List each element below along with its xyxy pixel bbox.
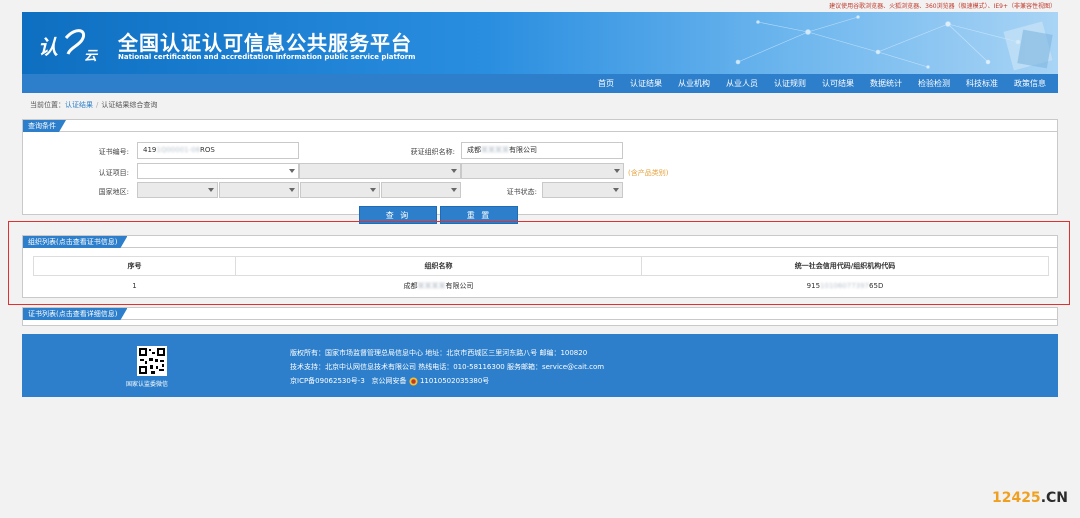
svg-text:认: 认: [38, 35, 58, 59]
chevron-down-icon: [208, 188, 214, 192]
nav-item-institutions[interactable]: 从业机构: [670, 78, 718, 89]
browser-recommendation-note: 建议使用谷歌浏览器、火狐浏览器、360浏览器（极速模式）、IE9+（非兼容性视图…: [829, 3, 1056, 10]
query-panel: 查询条件 证书编号: 4191Q00001-08ROS 获证组织名称: 成都某某…: [22, 119, 1058, 224]
watermark-suffix: .CN: [1040, 490, 1068, 506]
region-select-4[interactable]: [381, 182, 461, 198]
cert-no-input[interactable]: 4191Q00001-08ROS: [137, 142, 299, 159]
nav-item-policy[interactable]: 政策信息: [1006, 78, 1054, 89]
org-name-label: 获证组织名称:: [410, 148, 455, 156]
watermark-number: 12425: [991, 490, 1041, 506]
cert-no-value-suffix: ROS: [200, 146, 215, 154]
qr-code-icon: [137, 346, 167, 376]
footer-registration: 京ICP备09062530号-3 京公网安备 11010502035380号: [290, 376, 489, 386]
nav-item-standards[interactable]: 科技标准: [958, 78, 1006, 89]
region-select-1[interactable]: [137, 182, 218, 198]
nav-item-inspection[interactable]: 检验检测: [910, 78, 958, 89]
logo-icon: 认 云: [38, 29, 99, 64]
cert-list-panel-tab: 证书列表(点击查看详细信息): [23, 308, 127, 320]
nav-item-statistics[interactable]: 数据统计: [862, 78, 910, 89]
breadcrumb-separator: /: [96, 101, 99, 109]
breadcrumb: 当前位置：认证结果 / 认证结果综合查询: [30, 100, 157, 110]
org-name-input[interactable]: 成都某某某某有限公司: [461, 142, 623, 159]
cert-project-select-2[interactable]: [299, 163, 461, 179]
site-logo[interactable]: 认 云: [36, 24, 116, 64]
chevron-down-icon: [289, 169, 295, 173]
cert-project-label: 认证项目:: [98, 169, 129, 177]
nav-item-home[interactable]: 首页: [590, 78, 622, 89]
site-title: 全国认证认可信息公共服务平台: [118, 31, 412, 55]
cert-no-value-prefix: 419: [143, 146, 157, 154]
nav-item-cert-rules[interactable]: 认证规则: [766, 78, 814, 89]
query-panel-tab: 查询条件: [23, 120, 66, 132]
cert-project-select-1[interactable]: [137, 163, 299, 179]
chevron-down-icon: [289, 188, 295, 192]
org-name-value-prefix: 成都: [467, 146, 481, 154]
site-banner: 认 云 全国认证认可信息公共服务平台 National certificatio…: [22, 12, 1058, 74]
qr-caption: 国家认监委微信: [126, 381, 169, 388]
chevron-down-icon: [451, 188, 457, 192]
nav-item-accreditation-results[interactable]: 认可结果: [814, 78, 862, 89]
cert-no-value-masked: 1Q00001-08: [156, 146, 201, 154]
cert-project-select-3[interactable]: [461, 163, 624, 179]
cert-status-label: 证书状态:: [506, 188, 537, 196]
footer-copyright: 版权所有：国家市场监督管理总局信息中心 地址：北京市西城区三里河东路八号 邮编：…: [290, 349, 588, 357]
main-nav: 首页 认证结果 从业机构 从业人员 认证规则 认可结果 数据统计 检验检测 科技…: [22, 74, 1058, 93]
nav-item-personnel[interactable]: 从业人员: [718, 78, 766, 89]
cert-list-panel: 证书列表(点击查看详细信息): [22, 307, 1058, 326]
nav-item-cert-results[interactable]: 认证结果: [622, 78, 670, 89]
banner-network-decoration: [735, 15, 1053, 71]
region-select-2[interactable]: [219, 182, 299, 198]
svg-text:云: 云: [84, 49, 99, 64]
chevron-down-icon: [613, 188, 619, 192]
region-select-3[interactable]: [300, 182, 380, 198]
footer-police-label: 京公网安备: [371, 377, 407, 385]
chevron-down-icon: [614, 169, 620, 173]
site-watermark: 12425.CN: [992, 490, 1068, 506]
chevron-down-icon: [370, 188, 376, 192]
breadcrumb-current: 认证结果综合查询: [101, 101, 158, 109]
highlight-box: [8, 221, 1070, 305]
breadcrumb-prefix: 当前位置：: [30, 101, 65, 109]
breadcrumb-link-cert-results[interactable]: 认证结果: [65, 101, 93, 109]
chevron-down-icon: [451, 169, 457, 173]
footer-police-no[interactable]: 11010502035380号: [420, 377, 489, 385]
product-category-hint: (含产品类别): [628, 169, 669, 177]
cert-list-panel-header: 证书列表(点击查看详细信息): [23, 308, 1057, 320]
query-panel-header: 查询条件: [23, 120, 1057, 132]
footer-tech-support: 技术支持：北京中认网信息技术有限公司 热线电话：010-58116300 服务邮…: [290, 363, 605, 371]
police-badge-icon: [409, 376, 418, 386]
cert-no-label: 证书编号:: [98, 148, 129, 156]
org-name-value-suffix: 有限公司: [509, 146, 537, 154]
footer-icp[interactable]: 京ICP备09062530号-3: [290, 377, 365, 385]
region-label: 国家地区:: [98, 188, 129, 196]
cert-status-select[interactable]: [542, 182, 623, 198]
site-title-en: National certification and accreditation…: [118, 53, 416, 61]
site-footer: 国家认监委微信 版权所有：国家市场监督管理总局信息中心 地址：北京市西城区三里河…: [22, 334, 1058, 397]
org-name-value-masked: 某某某某: [481, 146, 509, 154]
